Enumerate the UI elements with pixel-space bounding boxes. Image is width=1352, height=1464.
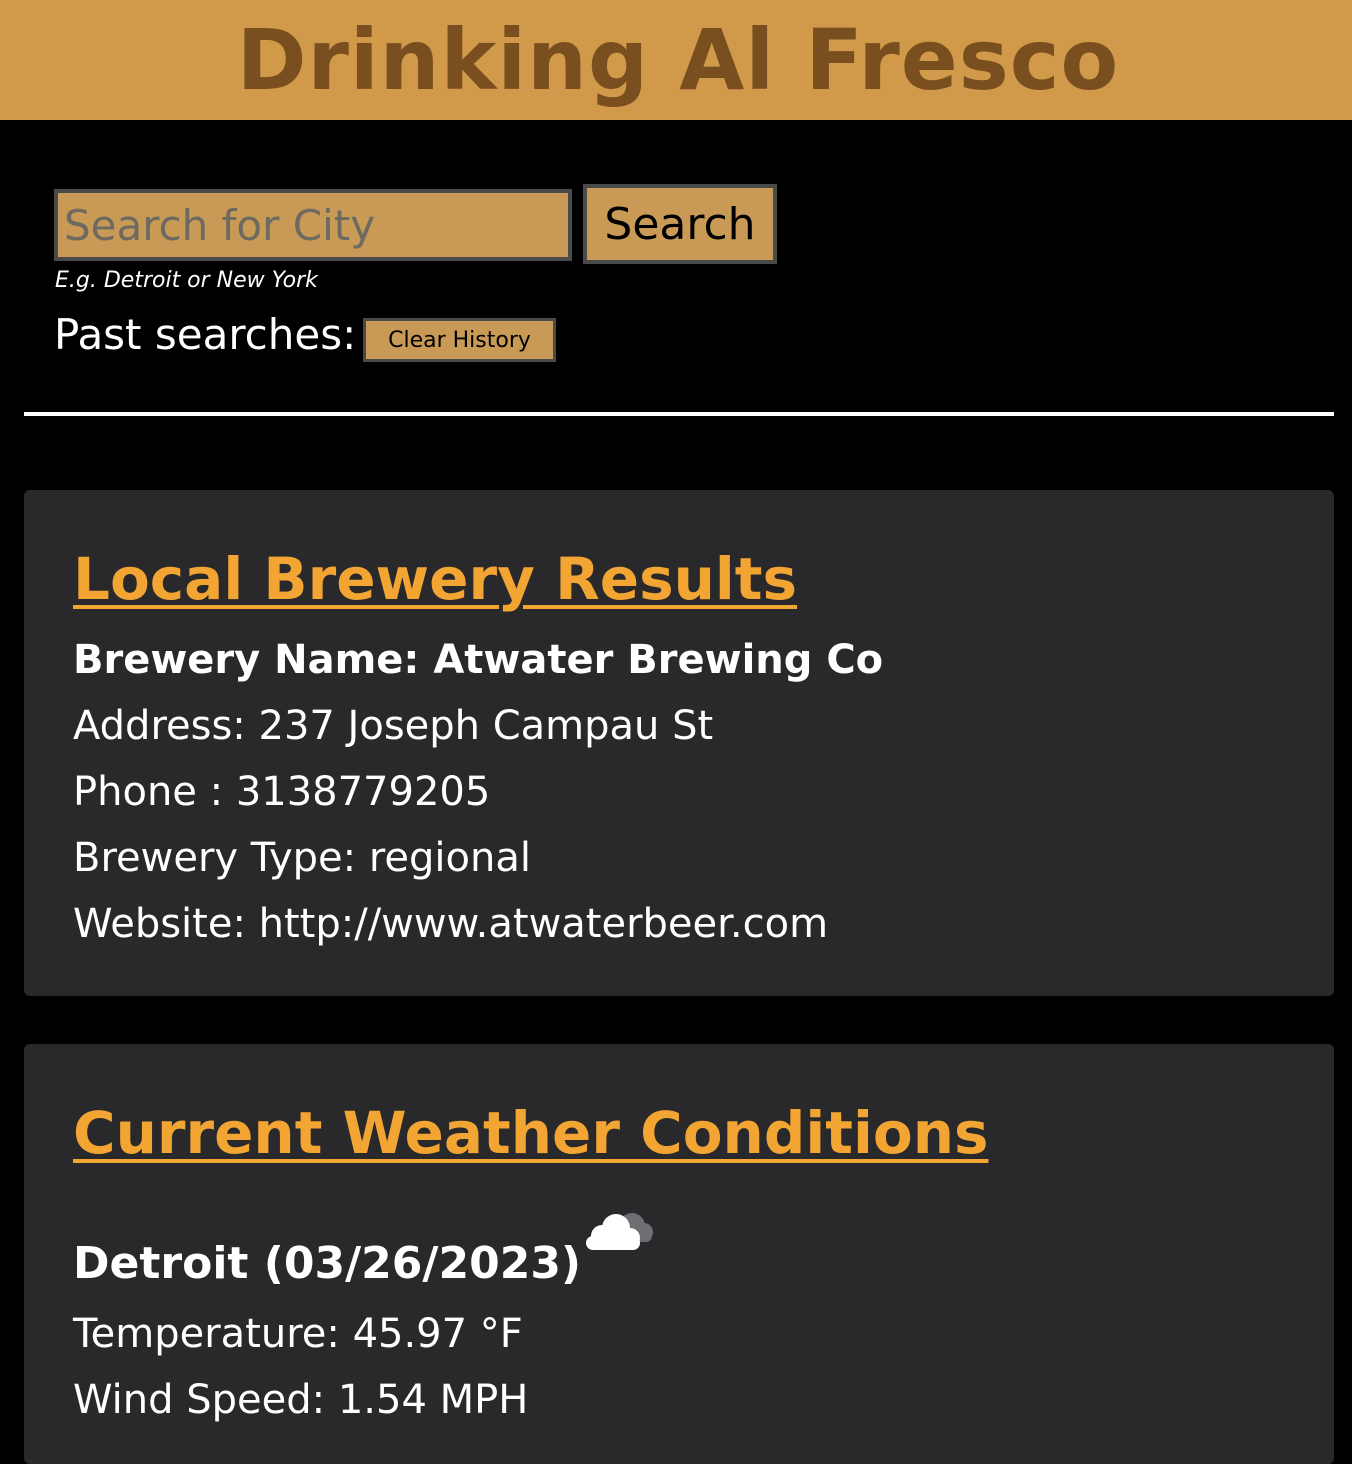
weather-city-date: Detroit (03/26/2023) — [73, 1238, 582, 1289]
weather-temperature: Temperature: 45.97 °F — [73, 1311, 523, 1357]
app-title: Drinking Al Fresco — [236, 11, 1120, 109]
clear-history-button[interactable]: Clear History — [363, 318, 556, 362]
weather-card: Current Weather Conditions Detroit (03/2… — [24, 1044, 1334, 1464]
brewery-results-card: Local Brewery Results Brewery Name: Atwa… — [24, 490, 1334, 996]
cloud-icon — [586, 1213, 653, 1250]
past-searches-label: Past searches: — [54, 310, 357, 359]
search-button[interactable]: Search — [583, 184, 777, 264]
divider — [24, 412, 1334, 416]
city-search-input[interactable] — [54, 189, 572, 261]
app-header: Drinking Al Fresco — [0, 0, 1352, 120]
weather-title: Current Weather Conditions — [73, 1099, 989, 1167]
brewery-results-title: Local Brewery Results — [73, 545, 798, 613]
brewery-type: Brewery Type: regional — [73, 835, 531, 881]
search-hint: E.g. Detroit or New York — [55, 268, 318, 293]
brewery-address: Address: 237 Joseph Campau St — [73, 703, 714, 749]
brewery-phone: Phone : 3138779205 — [73, 769, 491, 815]
weather-wind-speed: Wind Speed: 1.54 MPH — [73, 1377, 529, 1423]
brewery-website: Website: http://www.atwaterbeer.com — [73, 901, 829, 947]
brewery-name: Brewery Name: Atwater Brewing Co — [73, 637, 884, 683]
